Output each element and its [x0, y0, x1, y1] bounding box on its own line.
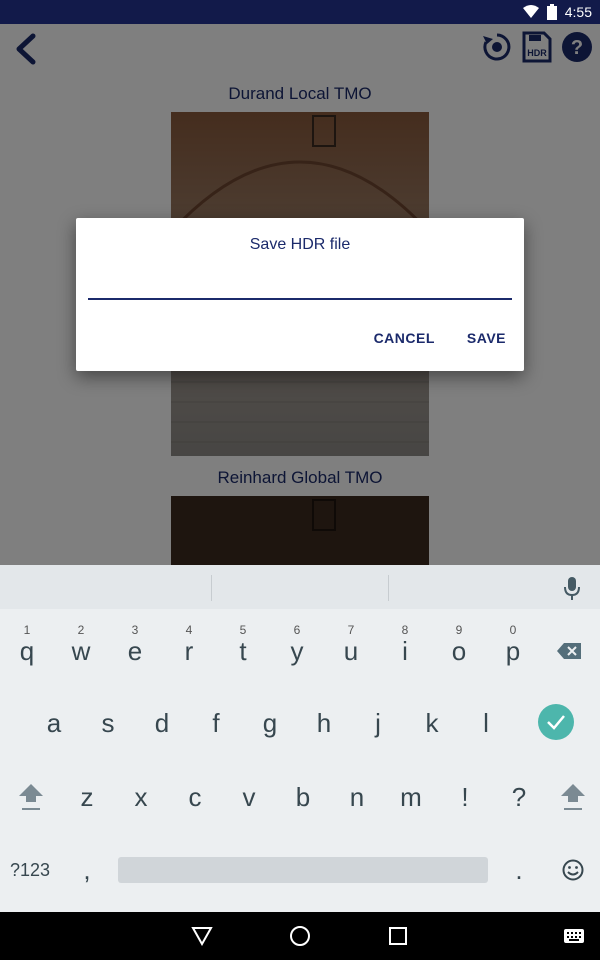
nav-home-icon: [290, 926, 310, 946]
battery-icon: [546, 4, 557, 20]
key-comma[interactable]: ,: [60, 840, 114, 900]
wifi-icon: [522, 5, 539, 18]
nav-back-button[interactable]: [190, 924, 214, 948]
key-x[interactable]: x: [114, 767, 168, 827]
microphone-button[interactable]: [562, 575, 582, 601]
suggestion-divider: [388, 575, 389, 601]
key-d[interactable]: d: [135, 693, 189, 753]
key-period[interactable]: .: [492, 840, 546, 900]
keyboard-icon: [564, 929, 584, 943]
key-s[interactable]: s: [81, 693, 135, 753]
key-c[interactable]: c: [168, 767, 222, 827]
nav-keyboard-switch-button[interactable]: [562, 924, 586, 948]
dialog-actions: CANCEL SAVE: [374, 330, 506, 346]
key-k[interactable]: k: [405, 693, 459, 753]
save-hdr-dialog: Save HDR file CANCEL SAVE: [76, 218, 524, 371]
key-y[interactable]: 6y: [270, 617, 324, 677]
shift-icon: [561, 784, 585, 810]
emoji-key[interactable]: [546, 840, 600, 900]
microphone-icon: [564, 577, 580, 600]
nav-recents-icon: [389, 927, 407, 945]
key-v[interactable]: v: [222, 767, 276, 827]
dialog-title: Save HDR file: [249, 236, 351, 253]
key-z[interactable]: z: [60, 767, 114, 827]
key-m[interactable]: m: [384, 767, 438, 827]
symbols-key[interactable]: ?123: [3, 840, 57, 900]
shift-icon: [19, 784, 43, 810]
spacebar[interactable]: [118, 857, 488, 883]
key-n[interactable]: n: [330, 767, 384, 827]
key-question[interactable]: ?: [492, 767, 546, 827]
key-w[interactable]: 2w: [54, 617, 108, 677]
key-h[interactable]: h: [297, 693, 351, 753]
key-u[interactable]: 7u: [324, 617, 378, 677]
status-icons: 4:55: [522, 0, 592, 24]
suggestion-divider: [211, 575, 212, 601]
emoji-icon: [562, 859, 584, 881]
cancel-button[interactable]: CANCEL: [374, 330, 435, 346]
key-l[interactable]: l: [459, 693, 513, 753]
key-o[interactable]: 9o: [432, 617, 486, 677]
key-exclamation[interactable]: !: [438, 767, 492, 827]
navigation-bar: [0, 912, 600, 960]
status-time: 4:55: [564, 4, 592, 20]
soft-keyboard: 1q 2w 3e 4r 5t 6y 7u 8i 9o 0p a s d f g …: [0, 565, 600, 912]
nav-back-icon: [191, 927, 213, 946]
key-a[interactable]: a: [27, 693, 81, 753]
enter-key[interactable]: [538, 704, 574, 740]
key-g[interactable]: g: [243, 693, 297, 753]
key-j[interactable]: j: [351, 693, 405, 753]
suggestion-strip: [0, 565, 600, 609]
key-t[interactable]: 5t: [216, 617, 270, 677]
key-p[interactable]: 0p: [486, 617, 540, 677]
status-bar: 4:55: [0, 0, 600, 24]
key-f[interactable]: f: [189, 693, 243, 753]
backspace-key[interactable]: [542, 617, 596, 677]
shift-key-left[interactable]: [4, 767, 58, 827]
filename-input[interactable]: [88, 268, 512, 300]
save-button[interactable]: SAVE: [467, 330, 506, 346]
key-b[interactable]: b: [276, 767, 330, 827]
nav-recents-button[interactable]: [386, 924, 410, 948]
key-r[interactable]: 4r: [162, 617, 216, 677]
shift-key-right[interactable]: [546, 767, 600, 827]
key-q[interactable]: 1q: [0, 617, 54, 677]
nav-home-button[interactable]: [288, 924, 312, 948]
key-i[interactable]: 8i: [378, 617, 432, 677]
key-e[interactable]: 3e: [108, 617, 162, 677]
check-icon: [547, 715, 565, 730]
backspace-icon: [557, 643, 581, 659]
